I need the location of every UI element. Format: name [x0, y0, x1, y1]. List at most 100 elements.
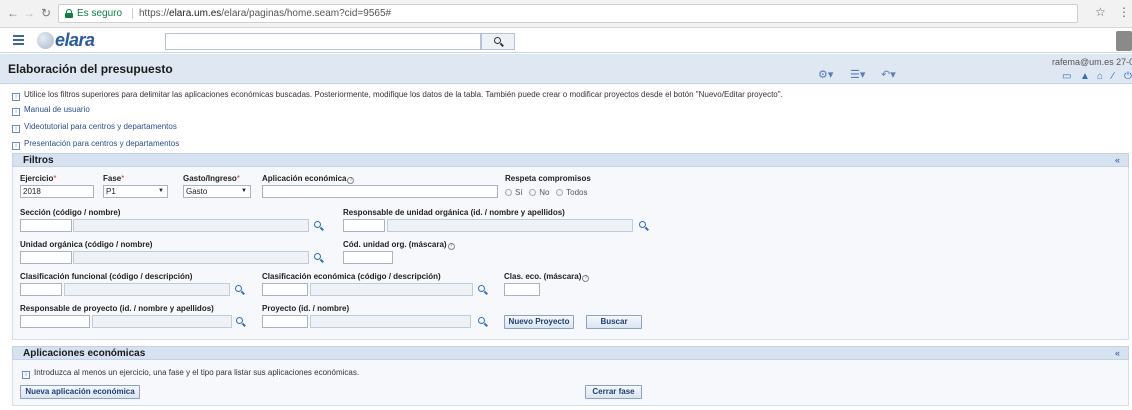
- power-icon[interactable]: ⏻: [1124, 71, 1132, 82]
- gear-dropdown-icon[interactable]: ⚙▾: [818, 68, 833, 81]
- nuevo-proyecto-button[interactable]: Nuevo Proyecto: [504, 315, 574, 329]
- radio-button[interactable]: [505, 189, 512, 196]
- avatar[interactable]: [1116, 31, 1132, 51]
- clasificacion-funcional-desc-field: [64, 283, 230, 296]
- filtros-collapse-icon[interactable]: «: [1115, 155, 1120, 165]
- url-text: https://elara.um.es/elara/paginas/home.s…: [139, 8, 391, 19]
- clasificacion-funcional-lookup[interactable]: [234, 284, 244, 294]
- hamburger-menu-icon[interactable]: [13, 35, 24, 45]
- radio-si-label: Sí: [515, 188, 523, 197]
- proyecto-name-field: [310, 315, 471, 328]
- monitor-icon[interactable]: ▭: [1062, 71, 1071, 82]
- clasificacion-funcional-code-input[interactable]: [20, 283, 62, 296]
- responsable-unidad-name-field: [387, 219, 633, 232]
- radio-button[interactable]: [556, 189, 564, 196]
- buscar-button[interactable]: Buscar: [586, 315, 642, 329]
- info-icon: i: [12, 142, 20, 150]
- fase-label: Fase*: [103, 174, 124, 183]
- url-host: elara.um.es: [169, 8, 222, 19]
- respeta-compromisos-label: Respeta compromisos: [505, 174, 591, 183]
- app-search-button[interactable]: [481, 33, 515, 50]
- wand-icon[interactable]: ⁄: [1112, 71, 1114, 82]
- url-path: /elara/paginas/home.seam?cid=9565#: [221, 8, 392, 19]
- required-mark: *: [53, 174, 57, 183]
- info-icon: i: [22, 371, 30, 379]
- aplicaciones-header[interactable]: Aplicaciones económicas «: [12, 346, 1129, 360]
- undo-dropdown-icon[interactable]: ↶▾: [881, 68, 896, 81]
- alert-icon[interactable]: ▲: [1080, 71, 1090, 82]
- secure-label: Es seguro: [77, 8, 123, 19]
- logo-icon: [37, 32, 54, 49]
- ejercicio-input[interactable]: 2018: [20, 185, 94, 198]
- info-icon: i: [12, 108, 20, 116]
- clasificacion-funcional-label: Clasificación funcional (código / descri…: [20, 272, 193, 281]
- info-instructions: i Utilice los filtros superiores para del…: [12, 90, 783, 101]
- radio-button[interactable]: [529, 189, 537, 196]
- address-bar[interactable]: Es seguro https://elara.um.es/elara/pagi…: [58, 4, 1078, 23]
- clasificacion-economica-desc-field: [310, 283, 473, 296]
- responsable-unidad-lookup[interactable]: [638, 220, 648, 230]
- radio-si[interactable]: Sí: [505, 188, 523, 197]
- clasificacion-economica-code-input[interactable]: [262, 283, 308, 296]
- responsable-unidad-id-input[interactable]: [343, 219, 385, 232]
- filtros-header[interactable]: Filtros «: [12, 153, 1129, 167]
- gasto-ingreso-label-text: Gasto/Ingreso: [183, 174, 237, 183]
- responsable-proyecto-lookup[interactable]: [235, 316, 245, 326]
- browser-menu-icon[interactable]: ⋮: [1118, 5, 1130, 19]
- manual-link[interactable]: Manual de usuario: [24, 105, 90, 114]
- inbox-icon[interactable]: ⌂: [1097, 71, 1103, 82]
- list-dropdown-icon[interactable]: ☰▾: [850, 68, 865, 81]
- unidad-organica-code-input[interactable]: [20, 251, 72, 264]
- clasificacion-economica-lookup[interactable]: [477, 284, 487, 294]
- help-icon[interactable]: ?: [582, 275, 590, 282]
- seccion-code-input[interactable]: [20, 219, 72, 232]
- ejercicio-label: Ejercicio*: [20, 174, 56, 183]
- unidad-organica-lookup[interactable]: [313, 252, 323, 262]
- search-icon: [235, 285, 242, 292]
- radio-todos[interactable]: Todos: [556, 188, 588, 197]
- aplicaciones-title: Aplicaciones económicas: [23, 348, 146, 359]
- search-icon: [314, 221, 321, 228]
- responsable-proyecto-name-field: [92, 315, 232, 328]
- presentation-link-row: i Presentación para centros y departament…: [12, 139, 179, 150]
- presentation-link[interactable]: Presentación para centros y departamento…: [24, 139, 179, 148]
- radio-no[interactable]: No: [529, 188, 549, 197]
- info-text: Utilice los filtros superiores para deli…: [24, 90, 783, 99]
- help-icon[interactable]: ?: [347, 177, 355, 184]
- proyecto-lookup[interactable]: [477, 316, 487, 326]
- clas-eco-mask-input[interactable]: [504, 283, 540, 296]
- cod-unidad-mask-input[interactable]: [343, 251, 393, 264]
- filtros-title: Filtros: [23, 155, 54, 166]
- required-mark: *: [121, 174, 125, 183]
- required-mark: *: [236, 174, 240, 183]
- fase-select[interactable]: P1 ▼: [103, 185, 168, 198]
- app-search-input[interactable]: [165, 33, 481, 50]
- url-separator: [132, 8, 133, 19]
- cod-unidad-label: Cód. unidad org. (máscara)?: [343, 240, 455, 250]
- responsable-proyecto-id-input[interactable]: [20, 315, 90, 328]
- bookmark-star-icon[interactable]: ☆: [1095, 5, 1106, 19]
- respeta-compromisos-radios: Sí No Todos: [505, 188, 588, 197]
- aplicaciones-info: i Introduzca al menos un ejercicio, una f…: [22, 368, 359, 379]
- search-icon: [478, 317, 485, 324]
- reload-icon[interactable]: ↻: [39, 6, 53, 20]
- nueva-aplicacion-button[interactable]: Nueva aplicación económica: [20, 385, 140, 399]
- back-icon[interactable]: ←: [6, 6, 20, 20]
- search-icon: [478, 285, 485, 292]
- seccion-lookup[interactable]: [313, 220, 323, 230]
- unidad-organica-name-field: [73, 251, 309, 264]
- help-icon[interactable]: ?: [447, 243, 455, 250]
- gasto-ingreso-select[interactable]: Gasto ▼: [183, 185, 251, 198]
- videotutorial-link[interactable]: Videotutorial para centros y departament…: [24, 122, 177, 131]
- proyecto-id-input[interactable]: [262, 315, 308, 328]
- forward-icon[interactable]: →: [22, 6, 36, 20]
- clasificacion-economica-label: Clasificación económica (código / descri…: [262, 272, 441, 281]
- aplicaciones-collapse-icon[interactable]: «: [1115, 348, 1120, 358]
- gasto-ingreso-select-value: Gasto: [186, 187, 208, 196]
- browser-toolbar: ← → ↻ Es seguro https://elara.um.es/elar…: [0, 0, 1132, 28]
- cerrar-fase-button[interactable]: Cerrar fase: [585, 385, 642, 399]
- aplicacion-economica-label: Aplicación económica?: [262, 174, 355, 184]
- user-info: rafema@um.es 27-07-201: [1052, 57, 1132, 67]
- proyecto-label: Proyecto (id. / nombre): [262, 304, 350, 313]
- aplicacion-economica-input[interactable]: [262, 185, 498, 198]
